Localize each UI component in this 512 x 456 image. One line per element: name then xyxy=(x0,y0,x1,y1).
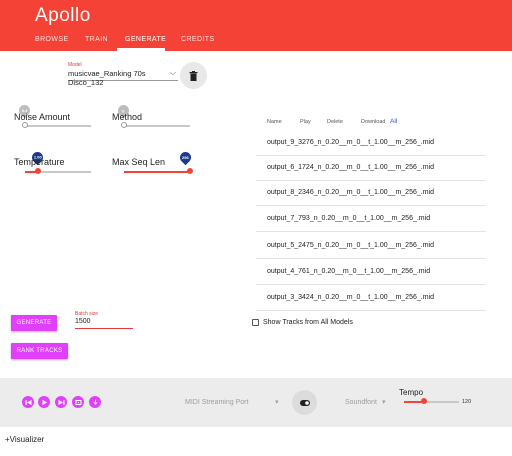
toggle-icon xyxy=(299,399,310,406)
soundfont-select[interactable]: Soundfont xyxy=(345,399,377,406)
tab-train[interactable]: TRAIN xyxy=(85,36,108,43)
max-seq-len-value-pin: 256 xyxy=(177,149,194,166)
table-row[interactable]: output_7_793_n_0.20__m_0__t_1.00__m_256_… xyxy=(256,208,486,232)
show-all-models-checkbox[interactable] xyxy=(252,319,259,326)
track-name: output_7_793_n_0.20__m_0__t_1.00__m_256_… xyxy=(267,215,431,222)
skip-previous-icon xyxy=(25,399,31,405)
play-button[interactable] xyxy=(38,396,50,408)
app-bar: Apollo BROWSE TRAIN GENERATE CREDITS xyxy=(0,0,512,51)
delete-model-button[interactable] xyxy=(180,62,207,89)
col-download: Download xyxy=(361,119,386,125)
tempo-thumb[interactable] xyxy=(421,398,427,404)
tempo-value: 120 xyxy=(462,399,472,405)
skip-previous-button[interactable] xyxy=(22,396,34,408)
temperature-label: Temperature xyxy=(14,157,65,167)
visualizer-toggle[interactable]: +Visualizer xyxy=(5,435,44,444)
skip-next-icon xyxy=(58,399,64,405)
active-tab-indicator xyxy=(117,48,165,51)
tab-browse[interactable]: BROWSE xyxy=(35,36,69,43)
temperature-thumb[interactable] xyxy=(35,168,41,174)
loop-icon xyxy=(75,399,81,405)
app-title: Apollo xyxy=(35,5,91,26)
track-name: output_9_3276_n_0.20__m_0__t_1.00__m_256… xyxy=(267,139,434,146)
trash-icon xyxy=(189,70,198,81)
model-select[interactable]: musicvae_Ranking 70s Disco_132 ⌵ xyxy=(68,67,178,87)
batch-size-label: Batch size xyxy=(75,311,99,317)
skip-next-button[interactable] xyxy=(55,396,67,408)
tab-credits[interactable]: CREDITS xyxy=(181,36,215,43)
method-track[interactable] xyxy=(124,125,190,127)
track-name: output_8_2346_n_0.20__m_0__t_1.00__m_256… xyxy=(267,189,434,196)
tempo-label: Tempo xyxy=(399,388,424,397)
col-delete: Delete xyxy=(327,119,343,125)
tab-generate[interactable]: GENERATE xyxy=(125,36,166,43)
download-button[interactable] xyxy=(89,396,101,408)
max-seq-len-label: Max Seq Len xyxy=(112,157,166,167)
show-all-models-label: Show Tracks from All Models xyxy=(263,319,353,326)
generate-button[interactable]: GENERATE xyxy=(11,315,57,331)
max-seq-len-thumb[interactable] xyxy=(187,168,193,174)
track-name: output_3_3424_n_0.20__m_0__t_1.00__m_256… xyxy=(267,294,434,301)
col-play: Play xyxy=(300,119,311,125)
model-select-value: musicvae_Ranking 70s Disco_132 xyxy=(68,69,146,87)
method-thumb[interactable] xyxy=(121,122,127,128)
midi-port-select[interactable]: MIDI Streaming Port xyxy=(185,399,248,406)
track-name: output_4_761_n_0.20__m_0__t_1.00__m_256_… xyxy=(267,268,431,275)
chevron-down-icon: ▾ xyxy=(382,399,386,406)
noise-amount-track[interactable] xyxy=(25,125,91,127)
table-row[interactable]: output_3_3424_n_0.20__m_0__t_1.00__m_256… xyxy=(256,287,486,311)
play-icon xyxy=(42,399,47,405)
track-name: output_6_1724_n_0.20__m_0__t_1.00__m_256… xyxy=(267,164,434,171)
batch-size-input[interactable]: 1500 xyxy=(75,318,133,329)
table-row[interactable]: output_9_3276_n_0.20__m_0__t_1.00__m_256… xyxy=(256,132,486,156)
table-row[interactable]: output_5_2475_n_0.20__m_0__t_1.00__m_256… xyxy=(256,235,486,259)
chevron-down-icon: ▾ xyxy=(275,399,279,406)
col-name: Name xyxy=(267,119,282,125)
track-name: output_5_2475_n_0.20__m_0__t_1.00__m_256… xyxy=(267,242,434,249)
chevron-down-icon: ⌵ xyxy=(169,68,176,77)
table-row[interactable]: output_4_761_n_0.20__m_0__t_1.00__m_256_… xyxy=(256,261,486,285)
rank-tracks-button[interactable]: RANK TRACKS xyxy=(11,343,68,359)
download-icon xyxy=(92,399,98,405)
table-row[interactable]: output_8_2346_n_0.20__m_0__t_1.00__m_256… xyxy=(256,182,486,206)
download-all-link[interactable]: All xyxy=(390,118,397,125)
table-row[interactable]: output_6_1724_n_0.20__m_0__t_1.00__m_256… xyxy=(256,157,486,181)
max-seq-len-fill[interactable] xyxy=(124,171,190,173)
loop-button[interactable] xyxy=(72,396,84,408)
midi-toggle-button[interactable] xyxy=(292,390,317,415)
noise-amount-thumb[interactable] xyxy=(22,122,28,128)
noise-amount-label: Noise Amount xyxy=(14,112,71,122)
method-label: Method xyxy=(112,112,143,122)
